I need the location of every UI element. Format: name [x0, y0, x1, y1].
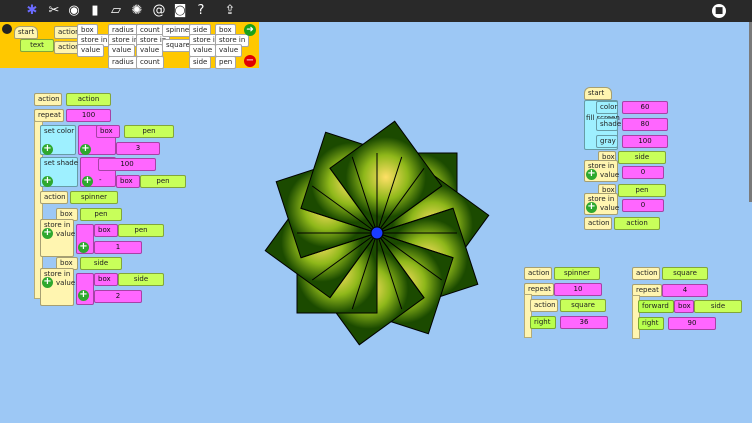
box-name-arg[interactable]: pen [118, 224, 164, 237]
action-name-arg[interactable]: square [662, 267, 708, 280]
plus-icon[interactable]: + [78, 242, 89, 253]
box-name-arg[interactable]: pen [140, 175, 186, 188]
plus-icon[interactable]: + [586, 202, 597, 213]
start-block[interactable]: start [584, 87, 612, 100]
box-name-arg[interactable]: side [618, 151, 666, 164]
box-label[interactable]: box [116, 175, 140, 188]
plus-icon[interactable]: + [586, 169, 597, 180]
scissors-icon[interactable]: ✂ [46, 3, 62, 19]
set-shade-label: set shade [44, 159, 79, 167]
action-label[interactable]: action [34, 93, 62, 106]
repeat-count-arg[interactable]: 10 [554, 283, 602, 296]
repeat-count-arg[interactable]: 4 [662, 284, 708, 297]
action-label[interactable]: action [524, 267, 552, 280]
box-label[interactable]: box [674, 300, 694, 313]
action-call-arg[interactable]: action [614, 217, 660, 230]
shade-arg[interactable]: 80 [622, 118, 668, 131]
action-call-arg[interactable]: square [560, 299, 606, 312]
box-label[interactable]: box [94, 224, 118, 237]
plus-icon[interactable]: + [42, 277, 53, 288]
set-color-label: set color [44, 127, 75, 135]
action-name-arg[interactable]: action [66, 93, 111, 106]
stop-icon[interactable]: ■ [712, 4, 726, 18]
repeat-count-arg[interactable]: 100 [66, 109, 111, 122]
divisor-arg[interactable]: 3 [116, 142, 160, 155]
plus-icon[interactable]: + [82, 176, 93, 187]
export-icon[interactable]: ⇪ [222, 3, 238, 19]
action-name-arg[interactable]: spinner [554, 267, 600, 280]
book-icon[interactable]: ▮ [87, 3, 103, 19]
plus-icon[interactable]: + [42, 176, 53, 187]
right-label[interactable]: right [530, 316, 556, 329]
value-arg[interactable]: 0 [622, 166, 664, 179]
action-call-label[interactable]: action [530, 299, 558, 312]
action-call-label[interactable]: action [584, 217, 612, 230]
value-arg[interactable]: 0 [622, 199, 664, 212]
box-label[interactable]: box [96, 125, 120, 138]
box-label[interactable]: box [94, 273, 118, 286]
action-label[interactable]: action [632, 267, 660, 280]
toolbar: ✱ ✂ ◉ ▮ ▱ ✺ @ ◙ ? ⇪ ■ [0, 0, 752, 22]
box-name-arg[interactable]: side [694, 300, 742, 313]
box-name-arg[interactable]: side [118, 273, 164, 286]
plus-icon[interactable]: + [42, 228, 53, 239]
gray-arg[interactable]: 100 [622, 135, 668, 148]
right-label[interactable]: right [638, 317, 664, 330]
forward-label[interactable]: forward [638, 300, 674, 313]
box-name-arg[interactable]: pen [124, 125, 174, 138]
box-name-arg[interactable]: side [80, 257, 122, 270]
box-name-arg[interactable]: pen [618, 184, 666, 197]
gray-label: gray [596, 135, 618, 148]
color-label: color [596, 101, 618, 114]
add-amount-arg[interactable]: 1 [94, 241, 142, 254]
color-arg[interactable]: 60 [622, 101, 668, 114]
plus-icon[interactable]: + [42, 144, 53, 155]
action-call-label[interactable]: action [40, 191, 68, 204]
help-icon[interactable]: ? [193, 3, 209, 19]
spiral-icon[interactable]: @ [151, 3, 167, 19]
add-amount-arg[interactable]: 2 [94, 290, 142, 303]
eraser-icon[interactable]: ▱ [108, 3, 124, 19]
shade-label: shade [596, 118, 621, 131]
turtle-icon[interactable]: ✱ [24, 3, 40, 19]
box-name-arg[interactable]: pen [80, 208, 122, 221]
minus-op: - [99, 176, 102, 184]
right-angle-arg[interactable]: 90 [668, 317, 716, 330]
plus-icon[interactable]: + [80, 144, 91, 155]
plus-icon[interactable]: + [78, 290, 89, 301]
turtle-fast-icon[interactable]: ✺ [129, 3, 145, 19]
shade-arg[interactable]: 100 [98, 158, 156, 171]
action-call-arg[interactable]: spinner [70, 191, 118, 204]
eye-icon[interactable]: ◉ [66, 3, 82, 19]
right-angle-arg[interactable]: 36 [560, 316, 608, 329]
camera-icon[interactable]: ◙ [172, 3, 188, 19]
